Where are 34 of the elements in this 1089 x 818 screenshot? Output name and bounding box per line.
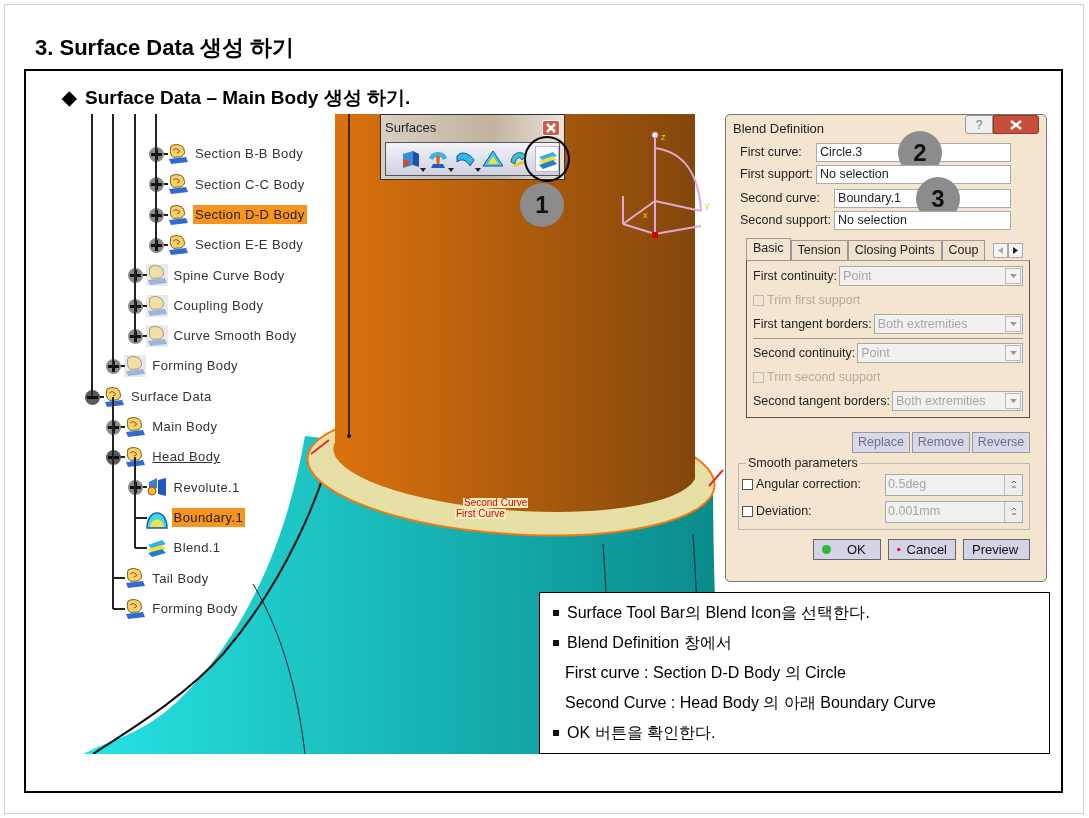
- value-text: Point: [861, 344, 890, 362]
- field-label: Second curve:: [740, 190, 821, 208]
- value-text: Point: [843, 267, 872, 285]
- dialog-title: Blend Definition: [733, 120, 825, 139]
- curve-label: First Curve: [455, 509, 506, 519]
- value-text: Both extremities: [877, 315, 968, 333]
- value-text: Both extremities: [895, 392, 986, 410]
- field-label: First continuity:: [753, 267, 838, 285]
- value-text: Cancel: [906, 540, 947, 559]
- field-label: First support:: [740, 166, 813, 184]
- field-label: First tangent borders:: [753, 315, 872, 333]
- checkbox-label: Trim first support: [767, 291, 861, 309]
- value-text: Preview: [972, 540, 1019, 559]
- curve-label: Second Curve: [463, 498, 529, 508]
- checkbox-label: Trim second support: [767, 368, 881, 386]
- note-text: Second Curve : Head Body 의 아래 Boundary Curve: [565, 693, 936, 713]
- diamond-bullet: ◆: [62, 86, 77, 110]
- axis-label: x: [643, 210, 648, 220]
- group-title: Smooth parameters: [746, 455, 860, 471]
- axis-label: y: [705, 200, 710, 210]
- field-label: Second tangent borders:: [753, 392, 890, 410]
- value-text: OK: [847, 540, 866, 559]
- checkbox-label: Angular correction:: [756, 476, 861, 494]
- page-title: 3. Surface Data 생성 하기: [34, 34, 296, 62]
- field-label: Second support:: [740, 212, 832, 230]
- checkbox-label: Deviation:: [756, 503, 812, 521]
- field-label: First curve:: [740, 144, 803, 162]
- section-heading: Surface Data – Main Body 생성 하기.: [85, 86, 411, 110]
- axis-label: z: [661, 132, 666, 142]
- value-text: 0.001mm: [888, 503, 941, 521]
- note-text: First curve : Section D-D Body 의 Circle: [565, 663, 846, 683]
- field-label: Second continuity:: [753, 344, 856, 362]
- toolbar-title: Surfaces: [385, 119, 437, 138]
- value-text: 0.5deg: [888, 476, 927, 494]
